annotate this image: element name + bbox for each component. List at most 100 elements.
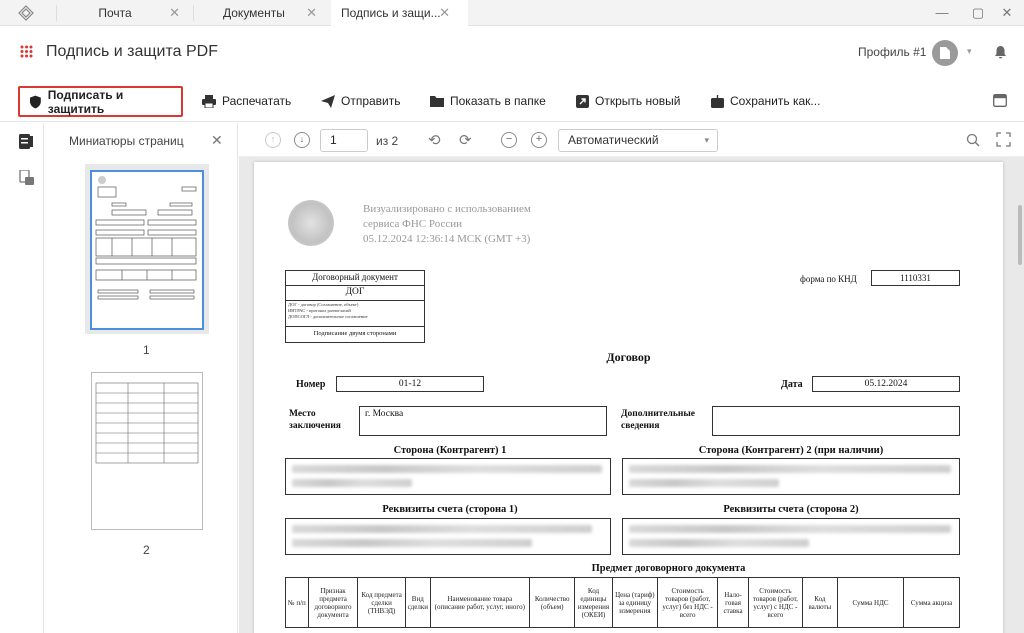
thumbnails-toggle-icon[interactable]: [19, 134, 33, 152]
acc2-heading: Реквизиты счета (сторона 2): [723, 504, 859, 515]
panel-layout-icon[interactable]: [993, 94, 1007, 110]
signed-by: Подписание двумя сторонами: [313, 330, 397, 337]
tab-mail[interactable]: Почта ✕: [58, 0, 188, 26]
document-icon: [940, 47, 950, 59]
zoom-out-icon[interactable]: −: [501, 132, 517, 148]
thumbnail-preview: [95, 382, 199, 464]
number-label: Номер: [296, 379, 326, 390]
thumbnail-page-2[interactable]: [91, 372, 203, 530]
folder-label: Показать в папке: [450, 94, 546, 108]
note-line: ДОПСОГЛ - дополнительное соглашение: [288, 314, 368, 319]
place-field: г. Москва: [359, 406, 607, 436]
col-header: Сумма НДС: [836, 577, 905, 628]
rotate-right-icon[interactable]: ⟳: [459, 131, 472, 149]
thumbnail-preview: [95, 176, 197, 300]
col-header: Стоимость товаров (работ, услуг) без НДС…: [657, 577, 719, 628]
save-as-label: Сохранить как...: [730, 94, 821, 108]
minimize-icon[interactable]: —: [932, 3, 952, 23]
close-window-icon[interactable]: ✕: [997, 3, 1017, 23]
print-label: Распечатать: [222, 94, 292, 108]
col-header: Цена (тариф) за единицу измерения: [611, 577, 659, 628]
print-button[interactable]: Распечатать: [202, 92, 291, 110]
redacted-text: [292, 525, 592, 533]
app-logo-icon[interactable]: [18, 5, 34, 24]
profile-name[interactable]: Профиль #1: [858, 45, 926, 59]
subject-heading: Предмет договорного документа: [591, 563, 746, 574]
close-icon[interactable]: ✕: [439, 5, 450, 21]
scrollbar-thumb[interactable]: [1018, 205, 1022, 265]
doc-type-label: Договорный документ: [312, 272, 398, 282]
doc-type-block: Договорный документ ДОГ ДОГ - договор (С…: [285, 270, 425, 343]
thumbnail-page-number: 1: [143, 343, 150, 357]
page-number-input[interactable]: 1: [320, 129, 368, 152]
tab-pdf-sign[interactable]: Подпись и защи... ✕: [331, 0, 468, 26]
send-button[interactable]: Отправить: [321, 92, 401, 110]
redacted-text: [629, 465, 951, 473]
tab-documents[interactable]: Документы ✕: [195, 0, 325, 26]
send-icon: [321, 94, 335, 108]
party2-heading: Сторона (Контрагент) 2 (при наличии): [698, 445, 884, 456]
signatures-icon[interactable]: [19, 169, 34, 188]
folder-icon: [430, 96, 444, 107]
open-new-button[interactable]: Открыть новый: [576, 92, 680, 110]
party2-field: [622, 458, 960, 495]
col-header: Код валюты: [801, 577, 838, 628]
show-in-folder-button[interactable]: Показать в папке: [430, 92, 546, 110]
thumbnail-page-number: 2: [143, 543, 150, 557]
label-line: сведения: [621, 421, 660, 431]
left-rail: [0, 123, 44, 633]
col-header: № п/п: [285, 577, 309, 628]
sign-and-protect-button[interactable]: Подписать и защитить: [18, 86, 183, 117]
shield-icon: [29, 95, 41, 108]
redacted-text: [292, 479, 412, 487]
date-value: 05.12.2024: [864, 379, 908, 389]
apps-grid-icon[interactable]: [20, 45, 33, 61]
close-icon[interactable]: ✕: [169, 5, 180, 21]
label-line: Место: [289, 409, 316, 419]
place-value: г. Москва: [365, 409, 404, 419]
subject-table: № п/п Признак предмета договорного докум…: [285, 577, 960, 628]
col-header: Наименование товара (описание работ, усл…: [429, 577, 530, 628]
maximize-icon[interactable]: ▢: [968, 3, 988, 23]
zoom-in-icon[interactable]: +: [531, 132, 547, 148]
col-header: Код предмета сделки (ТНВЭД): [357, 577, 406, 628]
redacted-text: [629, 479, 779, 487]
redacted-text: [629, 525, 951, 533]
date-label: Дата: [781, 379, 803, 390]
page-title: Подпись и защита PDF: [46, 43, 218, 60]
knd-label: форма по КНД: [800, 274, 857, 284]
send-label: Отправить: [341, 94, 401, 108]
label-line: заключения: [289, 421, 341, 431]
doc-code: ДОГ: [345, 287, 365, 297]
search-icon[interactable]: [966, 133, 980, 150]
col-header: Признак предмета договорного документа: [307, 577, 359, 628]
printer-icon: [202, 94, 216, 108]
stamp-line: сервиса ФНС России: [363, 218, 463, 230]
thumbnail-page-1[interactable]: [90, 170, 204, 330]
doc-codes-note: ДОГ - договор (Соглашение, объект) ИНТРА…: [288, 302, 368, 320]
previous-page-icon[interactable]: ↑: [265, 132, 281, 148]
rotate-left-icon[interactable]: ⟲: [428, 131, 441, 149]
save-as-button[interactable]: Сохранить как...: [711, 92, 820, 110]
close-icon[interactable]: ✕: [306, 5, 317, 21]
fns-emblem-icon: [288, 200, 334, 246]
zoom-value: Автоматический: [568, 133, 659, 147]
party1-field: [285, 458, 611, 495]
close-panel-icon[interactable]: ✕: [211, 132, 223, 149]
knd-field: 1110331: [871, 270, 960, 286]
avatar[interactable]: [932, 40, 958, 66]
redacted-text: [292, 465, 602, 473]
visualization-stamp: Визуализировано с использованием сервиса…: [363, 202, 531, 247]
chevron-down-icon[interactable]: ▾: [967, 46, 972, 57]
tab-bar: Почта ✕ Документы ✕ Подпись и защи... ✕ …: [0, 0, 1024, 26]
zoom-select[interactable]: Автоматический ▾: [558, 129, 718, 152]
col-header: Код единицы измерения (ОКЕИ): [574, 577, 613, 628]
bell-icon[interactable]: [994, 45, 1007, 62]
acc2-field: [622, 518, 960, 555]
fullscreen-icon[interactable]: [996, 132, 1011, 150]
chevron-down-icon: ▾: [704, 135, 709, 145]
next-page-icon[interactable]: ↓: [294, 132, 310, 148]
acc1-field: [285, 518, 611, 555]
stamp-line: Визуализировано с использованием: [363, 203, 531, 215]
number-value: 01-12: [398, 379, 422, 389]
